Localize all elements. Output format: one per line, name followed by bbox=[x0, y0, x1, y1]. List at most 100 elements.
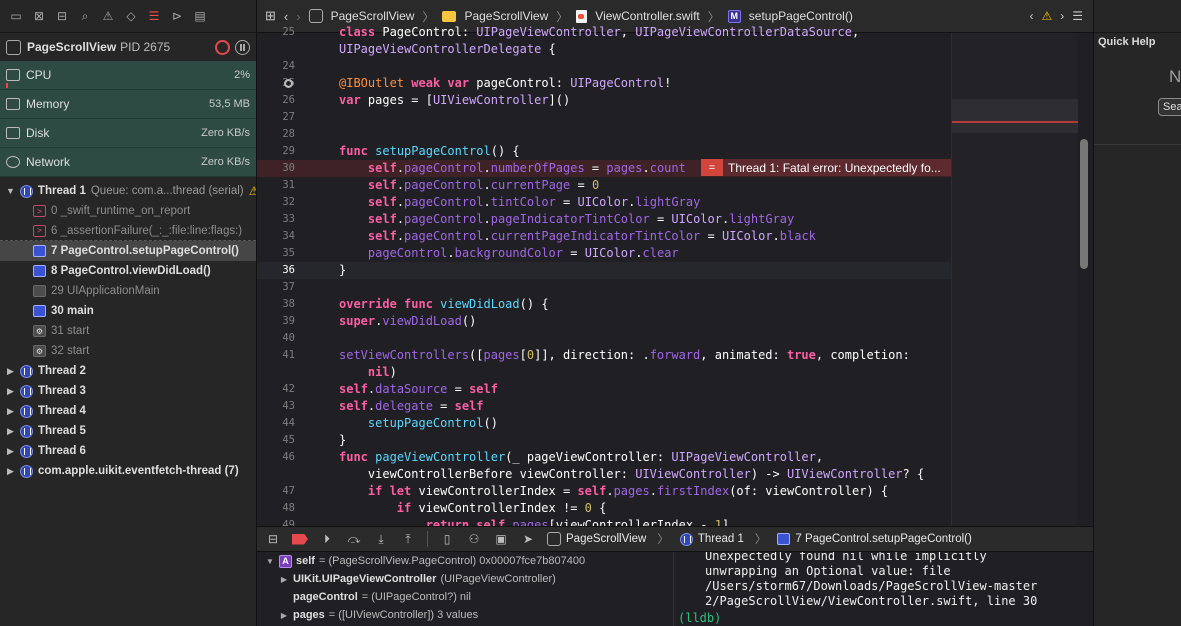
thread-row[interactable]: ▶ Thread 3 bbox=[0, 381, 256, 401]
find-icon[interactable]: ⌕ bbox=[77, 8, 93, 24]
frame-row[interactable]: > 6 _assertionFailure(_:_:file:line:flag… bbox=[0, 221, 256, 241]
gauge-memory[interactable]: Memory 53,5 MB bbox=[0, 90, 256, 119]
step-into-icon[interactable]: ⤓ bbox=[373, 531, 389, 547]
process-header[interactable]: PageScrollView PID 2675 bbox=[0, 33, 256, 61]
back-issue-icon[interactable]: ‹ bbox=[1029, 9, 1033, 23]
crumb-project[interactable]: PageScrollView bbox=[331, 9, 415, 23]
thread-row[interactable]: ▶ Thread 2 bbox=[0, 361, 256, 381]
disclosure-closed-icon[interactable]: ▶ bbox=[6, 446, 15, 457]
code-line: 24 bbox=[257, 58, 951, 75]
gauge-icon[interactable] bbox=[215, 39, 230, 55]
frame-row[interactable]: 30 main bbox=[0, 301, 256, 321]
thread-icon bbox=[20, 424, 33, 438]
disclosure-closed-icon[interactable]: ▶ bbox=[6, 386, 15, 397]
variable-value: (UIPageViewController) bbox=[440, 573, 556, 585]
test-icon[interactable]: ◇ bbox=[123, 8, 139, 24]
disclosure-closed-icon[interactable]: ▶ bbox=[6, 426, 15, 437]
debug-navigator-icon[interactable]: ☰ bbox=[146, 8, 162, 24]
debug-console[interactable]: Unexpectedly found nil while implicitly … bbox=[675, 552, 1093, 626]
thread-row[interactable]: ▶ Thread 6 bbox=[0, 441, 256, 461]
user-frame-icon bbox=[777, 533, 791, 545]
folder-icon[interactable]: ▭ bbox=[8, 8, 24, 24]
continue-icon[interactable]: ⏵ bbox=[319, 531, 335, 547]
gauge-label: Disk bbox=[26, 126, 50, 140]
crumb-file[interactable]: ViewController.swift bbox=[595, 9, 699, 23]
gauge-network[interactable]: Network Zero KB/s bbox=[0, 148, 256, 177]
gauge-value: Zero KB/s bbox=[201, 156, 250, 168]
environment-overrides-icon[interactable]: ▣ bbox=[493, 531, 509, 547]
vertical-scrollbar[interactable] bbox=[1080, 139, 1088, 269]
forward-issue-icon[interactable]: › bbox=[1060, 9, 1064, 23]
line-number: 29 bbox=[282, 145, 295, 157]
memory-graph-icon[interactable]: ⚇ bbox=[466, 531, 482, 547]
step-out-icon[interactable]: ⤒ bbox=[400, 531, 416, 547]
symbol-icon[interactable]: ⊟ bbox=[54, 8, 70, 24]
disclosure-closed-icon[interactable]: ▶ bbox=[6, 366, 15, 377]
error-annotation[interactable]: = Thread 1: Fatal error: Unexpectedly fo… bbox=[701, 159, 952, 176]
crumb-method[interactable]: setupPageControl() bbox=[749, 9, 853, 23]
issue-icon[interactable]: ⚠ bbox=[100, 8, 116, 24]
breakpoint-icon[interactable]: ⊳ bbox=[169, 8, 185, 24]
frame-row[interactable]: ⚙ 31 start bbox=[0, 321, 256, 341]
quick-help-title: Quick Help bbox=[1098, 36, 1156, 48]
cpu-spark bbox=[6, 83, 8, 88]
frame-row[interactable]: 8 PageControl.viewDidLoad() bbox=[0, 261, 256, 281]
debug-crumb-frame[interactable]: 7 PageControl.setupPageControl() bbox=[777, 533, 972, 545]
lldb-prompt[interactable]: (lldb) bbox=[678, 611, 721, 625]
hide-debug-area-icon[interactable]: ⊟ bbox=[265, 531, 281, 547]
disclosure-closed-icon[interactable]: ▶ bbox=[6, 406, 15, 417]
variable-name: pages bbox=[293, 609, 325, 621]
breakpoints-toggle-icon[interactable] bbox=[292, 533, 308, 545]
variable-row[interactable]: ▶ UIKit.UIPageViewController (UIPageView… bbox=[257, 570, 673, 588]
view-hierarchy-icon[interactable]: ▯ bbox=[439, 531, 455, 547]
variable-value: = ([UIViewController]) 3 values bbox=[328, 609, 479, 621]
disclosure-closed-icon[interactable]: ▶ bbox=[279, 575, 289, 584]
disclosure-open-icon[interactable]: ▼ bbox=[265, 557, 275, 566]
code-line: 43 self.delegate = self bbox=[257, 398, 951, 415]
crumb-folder[interactable]: PageScrollView bbox=[464, 9, 548, 23]
step-over-icon[interactable]: ⤼ bbox=[346, 531, 362, 547]
minimap[interactable] bbox=[951, 33, 1078, 526]
search-documentation-button[interactable]: Sea bbox=[1158, 98, 1181, 116]
folder-icon bbox=[442, 10, 457, 22]
frame-row[interactable]: 29 UIApplicationMain bbox=[0, 281, 256, 301]
thread-row[interactable]: ▶ Thread 4 bbox=[0, 401, 256, 421]
thread-row[interactable]: ▶ Thread 5 bbox=[0, 421, 256, 441]
disclosure-open-icon[interactable]: ▼ bbox=[6, 186, 15, 196]
forward-icon[interactable]: › bbox=[296, 9, 300, 24]
report-icon[interactable]: ▤ bbox=[192, 8, 208, 24]
line-number: 30 bbox=[282, 162, 295, 174]
frame-row[interactable]: > 0 _swift_runtime_on_report bbox=[0, 201, 256, 221]
back-icon[interactable]: ‹ bbox=[284, 9, 288, 24]
code-line: 40 bbox=[257, 330, 951, 347]
variable-row[interactable]: ▶ pages = ([UIViewController]) 3 values bbox=[257, 606, 673, 624]
variable-row[interactable]: pageControl = (UIPageControl?) nil bbox=[257, 588, 673, 606]
code-line: 41 setViewControllers([pages[0]], directi… bbox=[257, 347, 951, 364]
debug-crumb-scheme[interactable]: PageScrollView bbox=[547, 532, 646, 546]
gauge-cpu[interactable]: CPU 2% bbox=[0, 61, 256, 90]
frame-label: 29 UIApplicationMain bbox=[51, 285, 160, 297]
simulate-location-icon[interactable]: ➤ bbox=[520, 531, 536, 547]
thread-icon bbox=[679, 532, 693, 546]
line-number: 36 bbox=[282, 264, 295, 276]
editor-options-icon[interactable]: ☰ bbox=[1072, 9, 1083, 23]
frame-row-selected[interactable]: 7 PageControl.setupPageControl() bbox=[0, 241, 256, 261]
gauge-disk[interactable]: Disk Zero KB/s bbox=[0, 119, 256, 148]
line-number: 33 bbox=[282, 213, 295, 225]
pause-icon[interactable] bbox=[235, 39, 250, 55]
warning-icon[interactable]: ⚠ bbox=[1041, 9, 1052, 23]
disclosure-closed-icon[interactable]: ▶ bbox=[6, 466, 15, 477]
warning-icon: ⚠ bbox=[249, 184, 256, 198]
debug-crumb-thread[interactable]: Thread 1 bbox=[679, 532, 744, 546]
related-items-icon[interactable]: ⊞ bbox=[265, 8, 276, 24]
source-control-icon[interactable]: ⊠ bbox=[31, 8, 47, 24]
minimap-visible-region[interactable] bbox=[952, 99, 1078, 133]
frame-row[interactable]: ⚙ 32 start bbox=[0, 341, 256, 361]
code-line: 38 override func viewDidLoad() { bbox=[257, 296, 951, 313]
thread-row-1[interactable]: ▼ Thread 1 Queue: com.a...thread (serial… bbox=[0, 181, 256, 201]
variable-row[interactable]: ▼ A self = (PageScrollView.PageControl) … bbox=[257, 552, 673, 570]
line-number: 38 bbox=[282, 298, 295, 310]
outlet-connection-icon[interactable] bbox=[284, 79, 293, 88]
thread-row[interactable]: ▶ com.apple.uikit.eventfetch-thread (7) bbox=[0, 461, 256, 481]
disclosure-closed-icon[interactable]: ▶ bbox=[279, 611, 289, 620]
